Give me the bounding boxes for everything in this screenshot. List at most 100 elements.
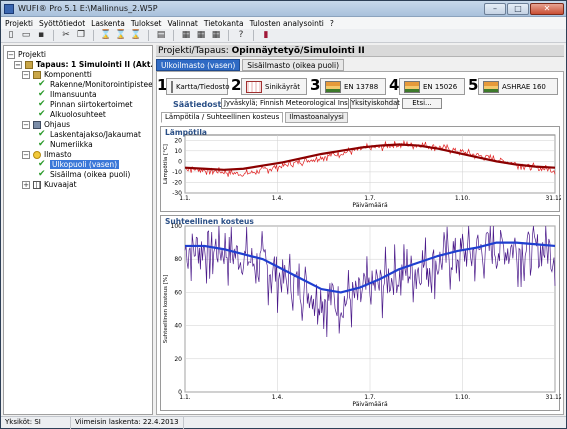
cut-icon[interactable]: ✂ xyxy=(60,30,72,41)
tree-ohjaus[interactable]: − Ohjaus xyxy=(22,120,70,129)
y-axis-label: Suhteellinen kosteus [%] xyxy=(163,275,169,343)
tree-sisailma[interactable]: ✔ Sisäilma (oikea puoli) xyxy=(38,169,130,180)
tree-komponentti-label: Komponentti xyxy=(44,70,92,79)
component-icon xyxy=(33,70,41,79)
y-tick-label: 20 xyxy=(174,137,182,144)
x-tick-label: 31.12. xyxy=(545,394,561,401)
house-icon xyxy=(404,80,420,93)
tree-komponentti[interactable]: − Komponentti xyxy=(22,70,92,79)
hourglass3-icon[interactable]: ⌛ xyxy=(130,30,142,41)
weather-file-field[interactable]: Jyväskylä; Finnish Meteorological Instit… xyxy=(221,98,349,109)
tab-temp-rh[interactable]: Lämpötila / Suhteellinen kosteus xyxy=(161,112,284,123)
x-tick-label: 1.4. xyxy=(272,195,284,202)
tree-ilmansuunta[interactable]: ✔ Ilmansuunta xyxy=(38,90,97,100)
tree-ohjaus-label: Ohjaus xyxy=(44,120,70,129)
tree-case-label: Tapaus: 1 Simulointi II (Akt. Tapaus) xyxy=(36,60,153,69)
tree-alkuolosuhteet[interactable]: ✔ Alkuolosuhteet xyxy=(38,109,106,120)
ashrae160-button[interactable]: ASHRAE 160 xyxy=(478,78,558,95)
app-icon xyxy=(4,4,14,14)
copy-icon[interactable]: ❐ xyxy=(75,30,87,41)
y-tick-label: 40 xyxy=(174,323,182,330)
tree-kuvaajat-label: Kuvaajat xyxy=(44,180,77,189)
menu-valinnat[interactable]: Valinnat xyxy=(168,19,198,28)
tree-rakenne[interactable]: ✔ Rakenne/Monitorointipisteet xyxy=(38,80,153,90)
menu-help[interactable]: ? xyxy=(330,19,334,28)
grid2-icon[interactable]: ▦ xyxy=(195,30,207,41)
check-icon: ✔ xyxy=(38,109,46,119)
menu-projekti[interactable]: Projekti xyxy=(5,19,33,28)
tree-pinnan-label: Pinnan siirtokertoimet xyxy=(50,100,133,109)
book-icon[interactable]: ▮ xyxy=(260,30,272,41)
x-tick-label: 1.7. xyxy=(364,195,376,202)
en15026-button[interactable]: EN 15026 xyxy=(399,78,465,95)
open-icon[interactable]: ▭ xyxy=(20,30,32,41)
toolbar-divider xyxy=(148,30,149,41)
project-tree: − Projekti − Tapaus: 1 Simulointi II (Ak… xyxy=(3,45,153,415)
x-tick-label: 31.12. xyxy=(545,195,561,202)
temperature-chart-svg: -30-20-10010201.1.1.4.1.7.1.10.31.12.Päi… xyxy=(163,134,561,209)
table-icon[interactable]: ▤ xyxy=(155,30,167,41)
toolbar-divider xyxy=(228,30,229,41)
tree-ilmasto[interactable]: − Ilmasto xyxy=(22,150,72,159)
sine-curves-button[interactable]: Sinikäyrät xyxy=(241,78,307,95)
tree-numeriikka[interactable]: ✔ Numeriikka xyxy=(38,139,93,150)
toolbar-divider xyxy=(53,30,54,41)
toolbar: ▯ ▭ ▪ ✂ ❐ ⌛ ⌛ ⌛ ▤ ▦ ▦ ▦ ? ▮ xyxy=(1,29,566,43)
grid-icon[interactable]: ▦ xyxy=(180,30,192,41)
close-button[interactable]: ✕ xyxy=(530,3,564,15)
chart-icon xyxy=(33,180,41,189)
collapse-icon[interactable]: − xyxy=(22,150,30,159)
tree-laskenta[interactable]: ✔ Laskentajakso/Jakaumat xyxy=(38,129,141,140)
tree-kuvaajat[interactable]: + Kuvaajat xyxy=(22,180,77,189)
step-number-3: 3 xyxy=(310,76,321,94)
tree-pinnan[interactable]: ✔ Pinnan siirtokertoimet xyxy=(38,99,133,110)
check-icon: ✔ xyxy=(38,169,46,179)
en13788-button[interactable]: EN 13788 xyxy=(320,78,386,95)
collapse-icon[interactable]: − xyxy=(7,50,15,59)
tab-outdoor[interactable]: Ulkoilmasto (vasen) xyxy=(156,59,241,71)
maximize-button[interactable]: □ xyxy=(507,3,529,15)
header-case: Opinnäytetyö/Simulointi II xyxy=(231,46,365,56)
menu-laskenta[interactable]: Laskenta xyxy=(91,19,125,28)
check-icon: ✔ xyxy=(38,139,46,149)
tab-indoor[interactable]: Sisäilmasto (oikea puoli) xyxy=(242,59,344,71)
house-icon xyxy=(483,80,499,93)
menu-tulokset[interactable]: Tulokset xyxy=(131,19,162,28)
step-number-4: 4 xyxy=(389,76,400,94)
hourglass-icon[interactable]: ⌛ xyxy=(100,30,112,41)
collapse-icon[interactable]: − xyxy=(22,120,30,129)
save-icon[interactable]: ▪ xyxy=(35,30,47,41)
menu-syottotiedot[interactable]: Syöttötiedot xyxy=(39,19,85,28)
hourglass2-icon[interactable]: ⌛ xyxy=(115,30,127,41)
grid3-icon[interactable]: ▦ xyxy=(210,30,222,41)
check-icon: ✔ xyxy=(38,99,46,109)
tree-ilmasto-label: Ilmasto xyxy=(44,150,72,159)
check-icon: ✔ xyxy=(38,129,46,139)
y-axis-label: Lämpötila [°C] xyxy=(163,144,169,184)
tree-rakenne-label: Rakenne/Monitorointipisteet xyxy=(50,80,153,89)
y-tick-label: 10 xyxy=(174,148,182,155)
sine-curves-label: Sinikäyrät xyxy=(265,82,301,91)
search-button[interactable]: Etsi... xyxy=(402,98,442,109)
tree-ulkopuoli[interactable]: ✔ Ulkopuoli (vasen) xyxy=(38,160,120,169)
tree-root[interactable]: − Projekti xyxy=(7,50,46,59)
expand-icon[interactable]: + xyxy=(22,180,30,189)
minimize-button[interactable]: – xyxy=(484,3,506,15)
collapse-icon[interactable]: − xyxy=(14,60,22,69)
tab-climate-analysis[interactable]: Ilmastoanalyysi xyxy=(285,112,348,123)
menu-tulosten-analysointi[interactable]: Tulosten analysointi xyxy=(250,19,324,28)
header-prefix: Projekti/Tapaus: xyxy=(158,46,229,56)
menu-tietokanta[interactable]: Tietokanta xyxy=(204,19,244,28)
collapse-icon[interactable]: − xyxy=(22,70,30,79)
y-tick-label: 20 xyxy=(174,356,182,363)
tree-case[interactable]: − Tapaus: 1 Simulointi II (Akt. Tapaus) xyxy=(14,60,153,69)
details-button[interactable]: Yksityiskohdat xyxy=(350,98,400,109)
help-icon[interactable]: ? xyxy=(235,30,247,41)
new-icon[interactable]: ▯ xyxy=(5,30,17,41)
humidity-chart: Suhteellinen kosteus 0 20 40 60 80 100 1.1. 1.4… xyxy=(160,215,561,411)
step-number-2: 2 xyxy=(231,76,242,94)
sun-icon xyxy=(33,150,41,159)
x-tick-label: 1.10. xyxy=(455,195,470,202)
status-bar: Yksiköt: SI Viimeisin laskenta: 22.4.201… xyxy=(1,416,566,429)
map-file-button[interactable]: Kartta/Tiedosto xyxy=(166,78,229,95)
